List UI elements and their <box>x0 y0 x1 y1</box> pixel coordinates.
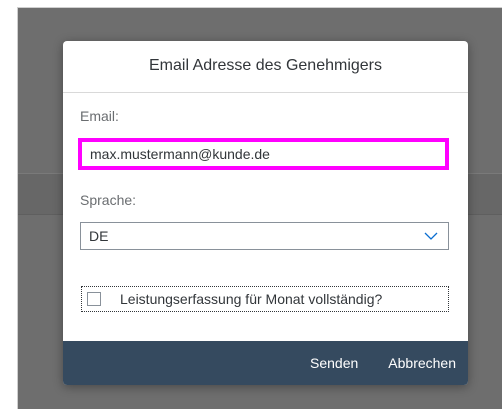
dialog-header: Email Adresse des Genehmigers <box>63 41 468 93</box>
email-label: Email: <box>80 108 119 124</box>
month-complete-checkbox[interactable] <box>87 292 101 306</box>
dialog-footer: Senden Abbrechen <box>63 341 468 385</box>
approver-email-dialog: Email Adresse des Genehmigers Email: Spr… <box>63 41 468 385</box>
language-select[interactable]: DE <box>80 222 449 250</box>
email-field[interactable] <box>78 138 449 170</box>
dialog-title: Email Adresse des Genehmigers <box>149 56 382 74</box>
send-button[interactable]: Senden <box>310 355 358 371</box>
cancel-button[interactable]: Abbrechen <box>388 355 456 371</box>
chevron-down-icon[interactable] <box>424 232 438 240</box>
language-select-value: DE <box>89 228 109 244</box>
month-complete-checkbox-label[interactable]: Leistungserfassung für Monat vollständig… <box>120 291 382 307</box>
language-label: Sprache: <box>80 192 137 208</box>
month-complete-checkbox-row[interactable]: Leistungserfassung für Monat vollständig… <box>81 286 449 312</box>
